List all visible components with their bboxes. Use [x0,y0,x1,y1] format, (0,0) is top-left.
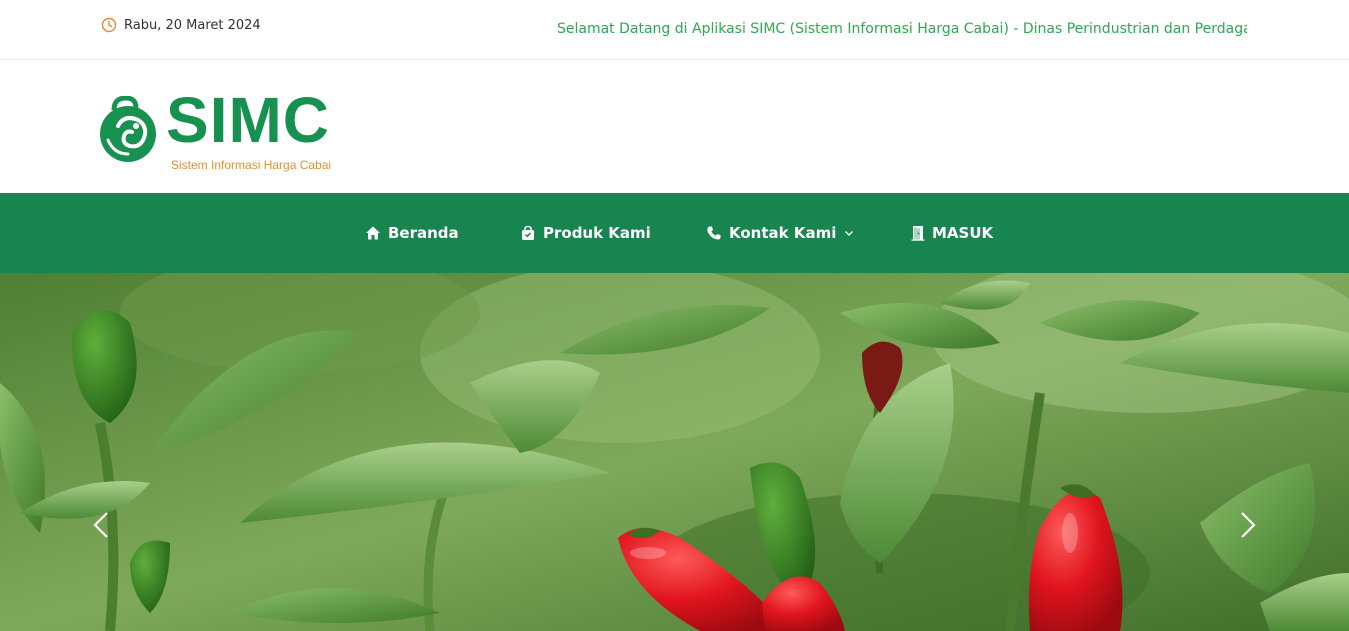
top-bar: Rabu, 20 Maret 2024 Selamat Datang di Ap… [0,0,1349,60]
home-icon [366,226,380,240]
nav-label-masuk: MASUK [932,224,994,242]
slider-next-button[interactable] [1233,505,1263,545]
nav-label-produk-kami: Produk Kami [543,224,651,242]
nav-item-produk-kami[interactable]: Produk Kami [520,193,651,273]
shopping-bag-icon [522,225,534,240]
slider-prev-button[interactable] [86,505,116,545]
ticker-text: Selamat Datang di Aplikasi SIMC (Sistem … [557,21,1247,37]
nav-item-beranda[interactable]: Beranda [365,193,459,273]
chevron-right-icon [1241,512,1256,538]
chili-bag-logo-icon [100,96,156,162]
hero-slider [0,273,1349,631]
nav-label-beranda: Beranda [388,224,459,242]
chili-plant-photo [0,273,1349,631]
nav-label-kontak-kami: Kontak Kami [729,224,837,242]
nav-item-kontak-kami[interactable]: Kontak Kami [706,193,855,273]
logo-wordmark: SIMC [166,84,330,156]
date-display: Rabu, 20 Maret 2024 [101,16,261,34]
clock-icon [101,17,117,33]
phone-icon [707,226,721,240]
site-logo[interactable]: SIMC Sistem Informasi Harga Cabai [100,88,360,176]
chevron-down-icon [845,231,854,236]
logo-tagline: Sistem Informasi Harga Cabai [171,158,332,172]
welcome-ticker: Selamat Datang di Aplikasi SIMC (Sistem … [557,18,1247,40]
main-navigation: Beranda Produk Kami Kontak Kami MASUK [0,193,1349,273]
door-icon [911,226,925,241]
current-date: Rabu, 20 Maret 2024 [124,17,261,33]
nav-item-masuk[interactable]: MASUK [911,193,993,273]
chevron-left-icon [93,512,108,538]
